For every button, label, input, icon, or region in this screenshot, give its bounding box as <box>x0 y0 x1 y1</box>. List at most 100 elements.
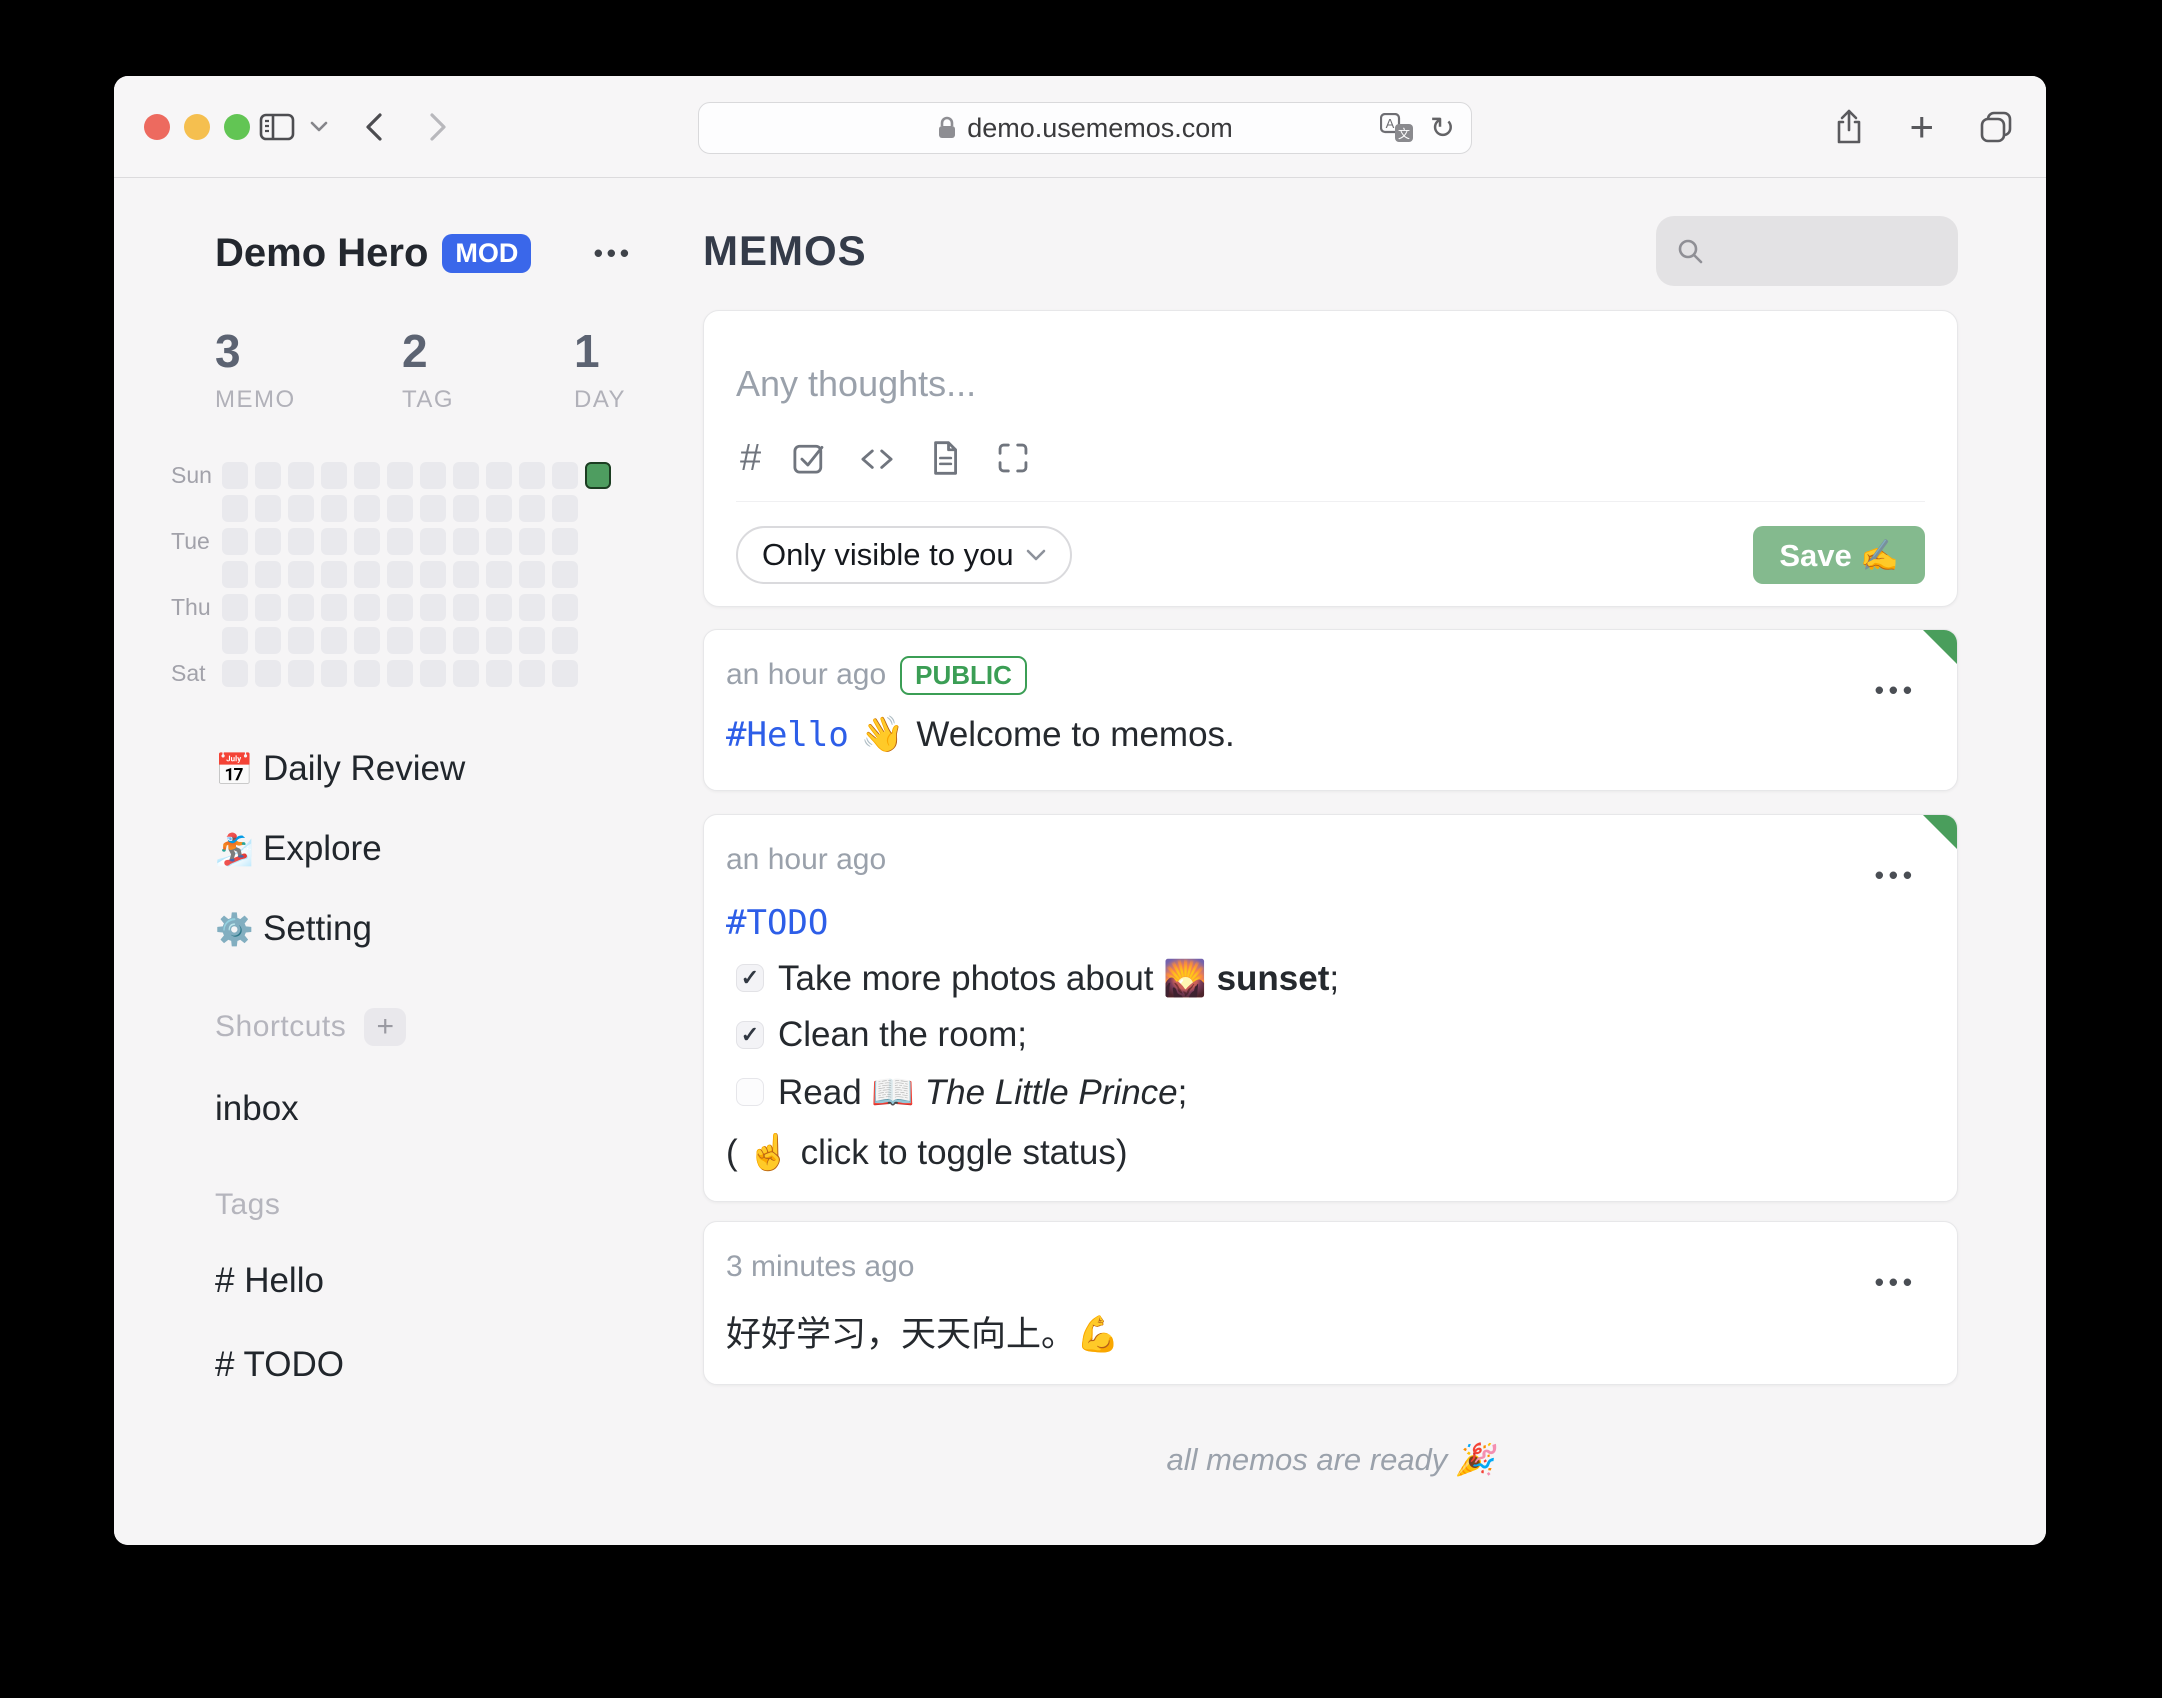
heatmap-cell[interactable] <box>387 495 413 522</box>
heatmap-cell[interactable] <box>255 627 281 654</box>
heatmap-cell[interactable] <box>453 594 479 621</box>
editor-placeholder[interactable]: Any thoughts... <box>736 363 1925 405</box>
heatmap-cell[interactable] <box>288 495 314 522</box>
heatmap-cell[interactable] <box>420 627 446 654</box>
add-shortcut-button[interactable]: + <box>364 1008 407 1046</box>
heatmap-cell[interactable] <box>255 462 281 489</box>
heatmap-cell[interactable] <box>288 561 314 588</box>
heatmap-cell[interactable] <box>486 660 512 687</box>
heatmap-cell[interactable] <box>288 462 314 489</box>
heatmap-cell[interactable] <box>222 561 248 588</box>
todo-checkbox-unchecked[interactable] <box>736 1078 764 1106</box>
fullscreen-tool-button[interactable] <box>993 438 1033 478</box>
heatmap-cell[interactable] <box>552 528 578 555</box>
heatmap-cell[interactable] <box>354 627 380 654</box>
heatmap-cell[interactable] <box>453 462 479 489</box>
zoom-window-button[interactable] <box>224 113 250 140</box>
heatmap-cell[interactable] <box>552 462 578 489</box>
heatmap-cell[interactable] <box>222 660 248 687</box>
save-button[interactable]: Save ✍️ <box>1753 526 1925 584</box>
heatmap-cell[interactable] <box>222 528 248 555</box>
back-button[interactable] <box>362 110 386 144</box>
heatmap-cell[interactable] <box>354 660 380 687</box>
code-tool-button[interactable] <box>857 438 897 478</box>
heatmap-cell[interactable] <box>255 495 281 522</box>
heatmap-cell[interactable] <box>420 561 446 588</box>
heatmap-cell[interactable] <box>222 495 248 522</box>
memo-menu-button[interactable]: ••• <box>1869 1266 1923 1299</box>
heatmap-cell[interactable] <box>387 561 413 588</box>
heatmap-cell[interactable] <box>552 594 578 621</box>
memo-tag-link[interactable]: #TODO <box>726 903 1923 943</box>
heatmap-cell[interactable] <box>321 495 347 522</box>
heatmap-cell[interactable] <box>288 627 314 654</box>
search-input[interactable] <box>1718 234 1938 268</box>
heatmap-cell[interactable] <box>552 495 578 522</box>
heatmap-cell[interactable] <box>453 495 479 522</box>
heatmap-cell[interactable] <box>321 528 347 555</box>
heatmap-cell[interactable] <box>255 561 281 588</box>
new-tab-button[interactable]: + <box>1909 105 1934 148</box>
heatmap-cell[interactable] <box>519 594 545 621</box>
heatmap-cell[interactable] <box>552 627 578 654</box>
forward-button[interactable] <box>426 110 450 144</box>
heatmap-cell[interactable] <box>387 627 413 654</box>
heatmap-cell[interactable] <box>222 462 248 489</box>
heatmap-cell[interactable] <box>420 495 446 522</box>
heatmap-cell[interactable] <box>288 660 314 687</box>
memo-menu-button[interactable]: ••• <box>1869 674 1923 707</box>
heatmap-cell[interactable] <box>321 660 347 687</box>
heatmap-cell[interactable] <box>519 495 545 522</box>
heatmap-cell[interactable] <box>222 627 248 654</box>
heatmap-cell[interactable] <box>354 462 380 489</box>
heatmap-cell[interactable] <box>453 660 479 687</box>
heatmap-cell[interactable] <box>486 495 512 522</box>
heatmap-cell[interactable] <box>486 528 512 555</box>
heatmap-cell[interactable] <box>453 627 479 654</box>
heatmap-cell[interactable] <box>255 660 281 687</box>
heatmap-cell[interactable] <box>387 462 413 489</box>
document-tool-button[interactable] <box>925 438 965 478</box>
heatmap-cell[interactable] <box>222 594 248 621</box>
heatmap-cell-today[interactable] <box>585 462 611 489</box>
heatmap-cell[interactable] <box>387 660 413 687</box>
stat-tag[interactable]: 2 TAG <box>402 324 574 414</box>
user-menu-button[interactable]: ••• <box>588 237 639 270</box>
tab-overview-button[interactable] <box>1978 109 2014 145</box>
sidebar-menu-chevron[interactable] <box>310 121 328 133</box>
heatmap-cell[interactable] <box>387 528 413 555</box>
heatmap-cell[interactable] <box>486 594 512 621</box>
heatmap-cell[interactable] <box>486 561 512 588</box>
heatmap-cell[interactable] <box>354 495 380 522</box>
translate-button[interactable]: A 文 <box>1379 113 1414 143</box>
heatmap-cell[interactable] <box>519 561 545 588</box>
address-bar[interactable]: demo.usememos.com A 文 ↻ <box>698 102 1472 154</box>
memo-tag-link[interactable]: #Hello <box>726 715 849 755</box>
reload-button[interactable]: ↻ <box>1430 111 1455 146</box>
search-box[interactable] <box>1656 216 1958 286</box>
heatmap-cell[interactable] <box>519 627 545 654</box>
todo-checkbox-checked[interactable]: ✓ <box>736 1021 764 1049</box>
tag-item-todo[interactable]: # TODO <box>215 1345 699 1385</box>
heatmap-cell[interactable] <box>552 660 578 687</box>
heatmap-cell[interactable] <box>420 660 446 687</box>
heatmap-cell[interactable] <box>420 462 446 489</box>
tag-tool-button[interactable]: # <box>740 439 761 477</box>
heatmap-cell[interactable] <box>486 462 512 489</box>
heatmap-cell[interactable] <box>321 627 347 654</box>
todo-checkbox-checked[interactable]: ✓ <box>736 964 764 992</box>
sidebar-item-explore[interactable]: 🏂 Explore <box>215 827 699 871</box>
sidebar-item-setting[interactable]: ⚙️ Setting <box>215 907 699 951</box>
heatmap-cell[interactable] <box>321 594 347 621</box>
heatmap-cell[interactable] <box>354 528 380 555</box>
stat-memo[interactable]: 3 MEMO <box>215 324 402 414</box>
checklist-tool-button[interactable] <box>789 438 829 478</box>
heatmap-cell[interactable] <box>354 594 380 621</box>
share-button[interactable] <box>1833 108 1865 146</box>
heatmap-cell[interactable] <box>255 528 281 555</box>
heatmap-cell[interactable] <box>387 594 413 621</box>
heatmap-cell[interactable] <box>321 561 347 588</box>
heatmap-cell[interactable] <box>453 561 479 588</box>
memo-menu-button[interactable]: ••• <box>1869 859 1923 892</box>
minimize-window-button[interactable] <box>184 113 210 140</box>
